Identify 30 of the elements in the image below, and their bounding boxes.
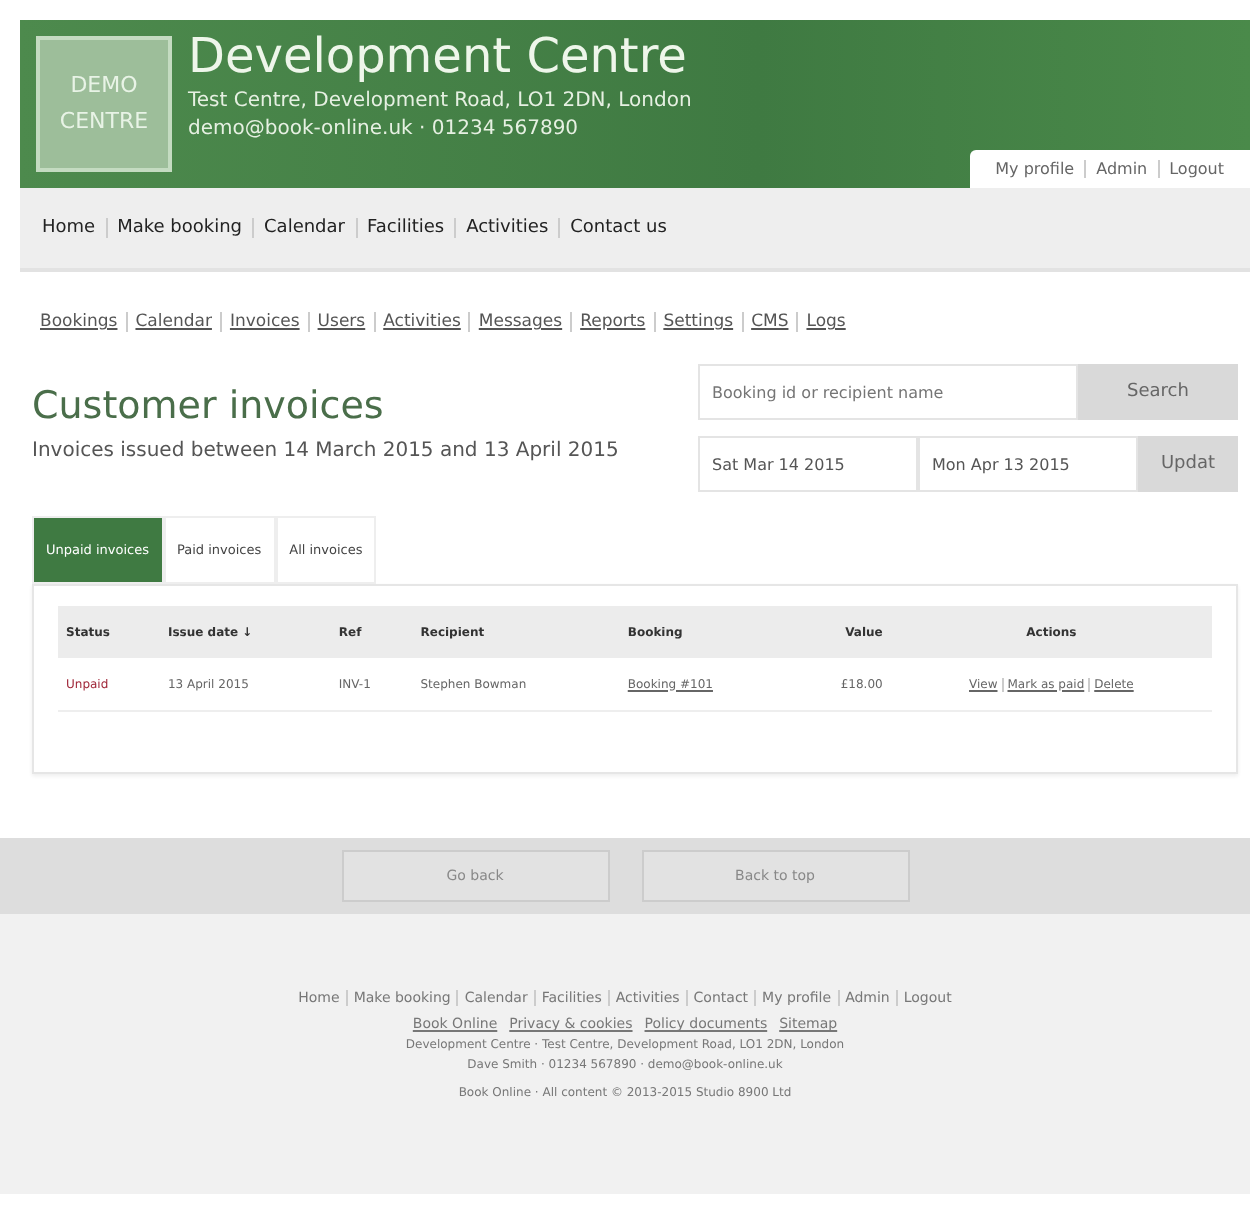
page-subtitle: Invoices issued between 14 March 2015 and 13 April 2015 <box>32 440 619 462</box>
section-link[interactable]: Logs <box>796 312 854 332</box>
nav-link[interactable]: Facilities <box>355 218 455 238</box>
nav-link[interactable]: Contact us <box>558 218 677 238</box>
section-link[interactable]: Users <box>307 312 374 332</box>
logo: DEMO CENTRE <box>36 36 172 172</box>
section-link[interactable]: CMS <box>741 312 797 332</box>
search-field[interactable]: Booking id or recipient name <box>698 364 1078 420</box>
section-link[interactable]: Messages <box>468 312 571 332</box>
section-link[interactable]: Bookings <box>32 312 126 332</box>
site-contact: demo@book-online.uk · 01234 567890 <box>188 116 581 144</box>
page-title: Customer invoices <box>32 384 386 428</box>
date-field[interactable]: Sat Mar 14 2015 <box>698 436 918 492</box>
nav-link[interactable]: Make booking <box>105 218 253 238</box>
site-title: Development Centre <box>188 26 689 88</box>
section-link[interactable]: Reports <box>570 312 654 332</box>
user-link[interactable]: Admin <box>1084 160 1158 178</box>
nav-link[interactable]: Home <box>32 218 106 238</box>
nav-link[interactable]: Activities <box>454 218 559 238</box>
date-field[interactable]: Mon Apr 13 2015 <box>918 436 1138 492</box>
site-address: Test Centre, Development Road, LO1 2DN, London <box>188 88 692 116</box>
section-link[interactable]: Invoices <box>219 312 308 332</box>
section-link[interactable]: Settings <box>653 312 742 332</box>
section-link[interactable]: Activities <box>373 312 469 332</box>
section-link[interactable]: Calendar <box>125 312 220 332</box>
user-link[interactable]: My profile <box>985 160 1085 178</box>
nav-link[interactable]: Calendar <box>252 218 355 238</box>
update-button[interactable]: Updat <box>1138 436 1238 492</box>
user-link[interactable]: Logout <box>1157 160 1234 178</box>
search-button[interactable]: Search <box>1078 364 1238 420</box>
